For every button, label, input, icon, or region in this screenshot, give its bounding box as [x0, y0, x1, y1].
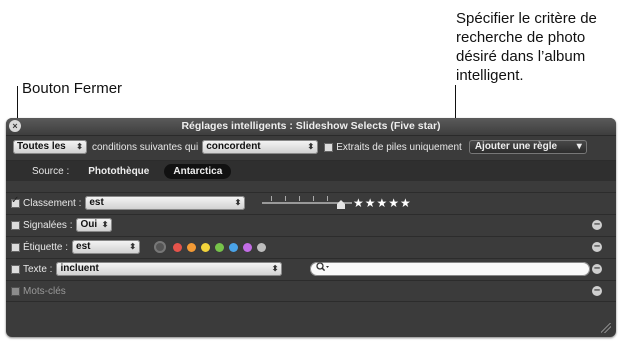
color-label-option[interactable]: [201, 242, 211, 252]
slider-tick: [285, 196, 286, 201]
slider-tick: [327, 196, 328, 201]
popup-arrow-icon: ⬍: [129, 242, 137, 251]
color-label-option[interactable]: [243, 242, 253, 252]
keywords-rule-checkbox[interactable]: [11, 286, 20, 296]
match-type-select-value: concordent: [206, 141, 261, 152]
popup-arrow-icon: ⬍: [76, 142, 83, 151]
rule-row-keywords: Mots-clés –: [6, 280, 616, 302]
slider-tick: [313, 196, 314, 201]
label-operator-value: est: [76, 241, 91, 252]
rating-operator-select[interactable]: est ⬍: [85, 196, 246, 210]
popup-arrow-icon: ⬍: [307, 142, 315, 151]
conditions-text: conditions suivantes qui: [92, 141, 199, 153]
color-label-option[interactable]: [257, 242, 267, 252]
flagged-value: Oui: [80, 219, 98, 230]
source-label: Source :: [32, 165, 70, 177]
text-rule-label: Texte :: [23, 263, 53, 275]
flagged-value-select[interactable]: Oui ⬍: [76, 218, 113, 232]
title-bar: × Réglages intelligents : Slideshow Sele…: [6, 118, 616, 136]
flagged-rule-checkbox[interactable]: [11, 220, 20, 230]
label-operator-select[interactable]: est ⬍: [72, 240, 141, 254]
match-all-select-value: Toutes les: [17, 141, 66, 152]
callout-close-button: Bouton Fermer: [22, 80, 123, 97]
match-type-select[interactable]: concordent ⬍: [202, 140, 319, 154]
callout-criteria-line: Spécifier le critère de: [456, 10, 597, 27]
remove-rule-button[interactable]: –: [592, 284, 602, 296]
match-all-select[interactable]: Toutes les ⬍: [13, 140, 87, 154]
callout-criteria-line: recherche de photo: [456, 29, 586, 46]
remove-icon: –: [593, 218, 601, 230]
rule-row-rating: Classement : est ⬍ ★★★★★: [6, 192, 616, 213]
source-tab-library[interactable]: Photothèque: [79, 164, 158, 179]
remove-icon: –: [593, 284, 601, 296]
source-tab-antarctica[interactable]: Antarctica: [164, 163, 232, 179]
rule-row-flagged: Signalées : Oui ⬍ –: [6, 214, 616, 235]
rating-rule-label: Classement :: [23, 197, 82, 209]
pulldown-arrow-icon: ▾: [576, 141, 582, 152]
remove-rule-button[interactable]: –: [592, 262, 602, 274]
text-rule-checkbox[interactable]: [11, 264, 20, 274]
keywords-rule-label: Mots-clés: [23, 285, 66, 297]
add-rule-label: Ajouter une règle: [474, 141, 558, 152]
rule-row-label: Étiquette : est ⬍ –: [6, 236, 616, 257]
text-operator-select[interactable]: incluent ⬍: [56, 262, 283, 276]
label-rule-checkbox[interactable]: [11, 242, 20, 252]
popup-arrow-icon: ⬍: [234, 198, 242, 207]
smart-album-settings-window: × Réglages intelligents : Slideshow Sele…: [6, 118, 616, 337]
rating-stars: ★★★★★: [353, 196, 412, 210]
remove-rule-button[interactable]: –: [592, 240, 602, 252]
no-label-color-option[interactable]: [154, 241, 167, 253]
label-rule-label: Étiquette :: [23, 241, 69, 253]
remove-rule-button[interactable]: –: [592, 218, 602, 230]
popup-arrow-icon: ⬍: [271, 264, 279, 273]
text-search-field[interactable]: [310, 262, 590, 276]
slider-tick: [271, 196, 272, 201]
callout-criteria: Spécifier le critère de recherche de pho…: [456, 9, 634, 85]
color-label-option[interactable]: [229, 242, 239, 252]
remove-icon: –: [593, 240, 601, 252]
resize-grip-icon[interactable]: [601, 323, 611, 333]
color-label-option[interactable]: [215, 242, 225, 252]
stacks-only-label: Extraits de piles uniquement: [336, 141, 462, 153]
conditions-row: Toutes les ⬍ conditions suivantes qui co…: [6, 136, 616, 158]
remove-icon: –: [593, 262, 601, 274]
color-label-option[interactable]: [173, 242, 183, 252]
slider-tick: [299, 196, 300, 201]
rule-row-text: Texte : incluent ⬍ –: [6, 258, 616, 279]
rating-operator-value: est: [89, 197, 104, 208]
stacks-only-checkbox[interactable]: [324, 142, 334, 152]
window-title: Réglages intelligents : Slideshow Select…: [181, 120, 441, 132]
add-rule-pulldown[interactable]: Ajouter une règle ▾: [468, 140, 587, 154]
text-operator-value: incluent: [60, 263, 99, 274]
magnifier-icon: [316, 262, 330, 276]
callout-criteria-line: intelligent.: [456, 67, 524, 84]
color-label-option[interactable]: [187, 242, 197, 252]
rating-rule-checkbox[interactable]: [11, 195, 20, 208]
source-row: Source : Photothèque Antarctica: [6, 160, 616, 181]
callout-criteria-line: désiré dans l’album: [456, 48, 586, 65]
popup-arrow-icon: ⬍: [101, 220, 109, 229]
flagged-rule-label: Signalées :: [23, 219, 73, 231]
